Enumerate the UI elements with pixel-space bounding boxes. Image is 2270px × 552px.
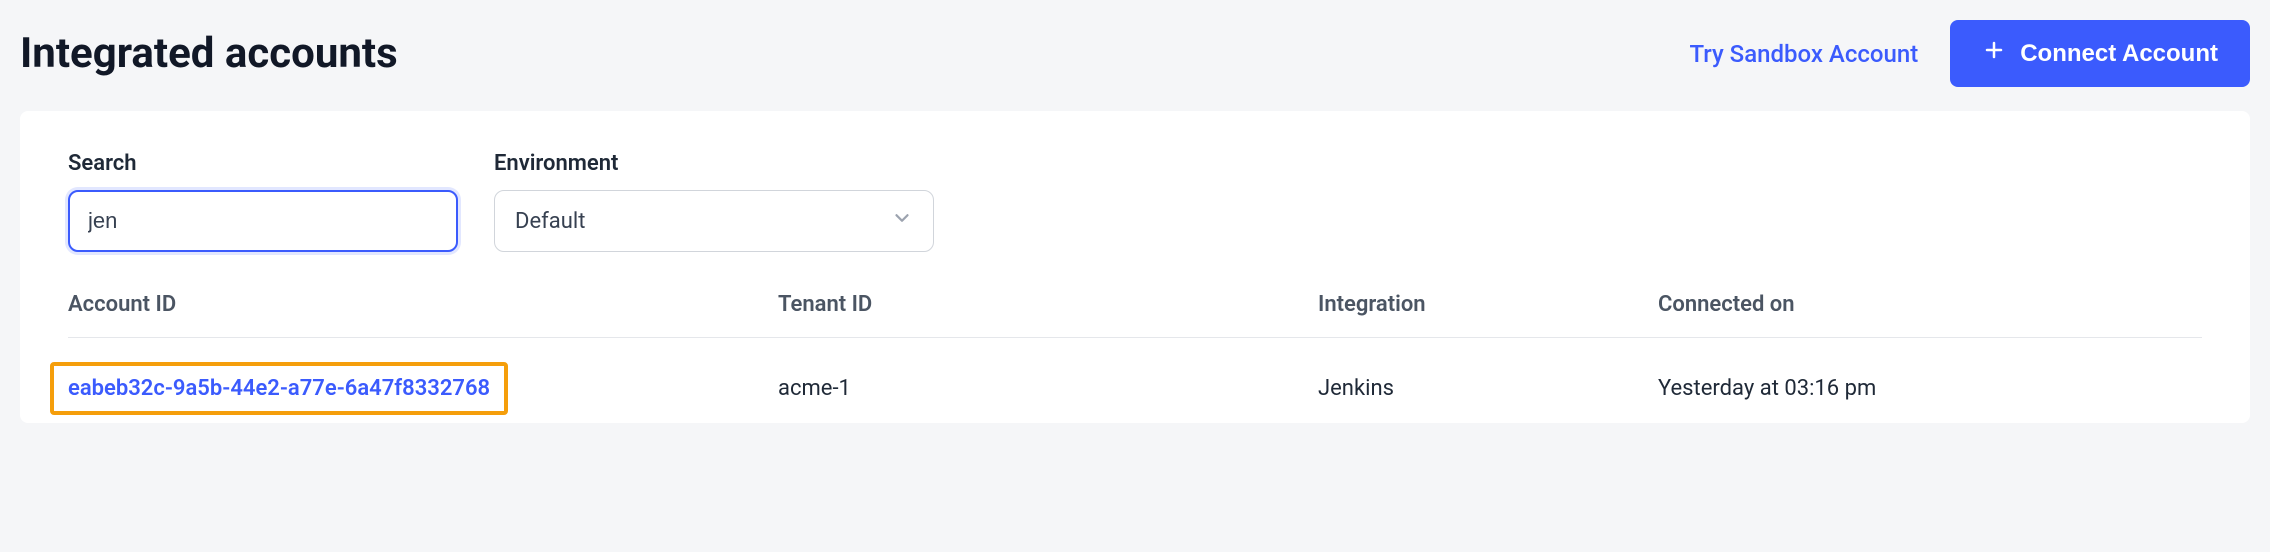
account-id-highlight: eabeb32c-9a5b-44e2-a77e-6a47f8332768 [50, 362, 508, 415]
try-sandbox-link[interactable]: Try Sandbox Account [1689, 40, 1918, 68]
header-actions: Try Sandbox Account Connect Account [1689, 20, 2250, 87]
page-title: Integrated accounts [20, 29, 398, 78]
page-header: Integrated accounts Try Sandbox Account … [20, 20, 2250, 111]
cell-connected-on: Yesterday at 03:16 pm [1658, 376, 2202, 401]
col-header-connected-on: Connected on [1658, 292, 2202, 317]
connect-button-label: Connect Account [2020, 40, 2218, 68]
table-header-row: Account ID Tenant ID Integration Connect… [68, 292, 2202, 338]
search-field: Search [68, 151, 458, 252]
accounts-card: Search Environment Default Account ID [20, 111, 2250, 423]
environment-label: Environment [494, 151, 934, 176]
cell-tenant-id: acme-1 [778, 376, 1318, 401]
filters-row: Search Environment Default [68, 151, 2202, 252]
col-header-tenant-id: Tenant ID [778, 292, 1318, 317]
environment-select[interactable]: Default [494, 190, 934, 252]
environment-field: Environment Default [494, 151, 934, 252]
account-id-link[interactable]: eabeb32c-9a5b-44e2-a77e-6a47f8332768 [68, 376, 490, 401]
cell-integration: Jenkins [1318, 376, 1658, 401]
search-input[interactable] [68, 190, 458, 252]
table-row: eabeb32c-9a5b-44e2-a77e-6a47f8332768 acm… [68, 338, 2202, 423]
search-label: Search [68, 151, 458, 176]
col-header-account-id: Account ID [68, 292, 778, 317]
cell-account-id: eabeb32c-9a5b-44e2-a77e-6a47f8332768 [68, 362, 778, 415]
col-header-integration: Integration [1318, 292, 1658, 317]
chevron-down-icon [891, 207, 913, 235]
environment-selected-value: Default [515, 209, 585, 234]
accounts-table: Account ID Tenant ID Integration Connect… [68, 292, 2202, 423]
connect-account-button[interactable]: Connect Account [1950, 20, 2250, 87]
plus-icon [1982, 38, 2006, 69]
